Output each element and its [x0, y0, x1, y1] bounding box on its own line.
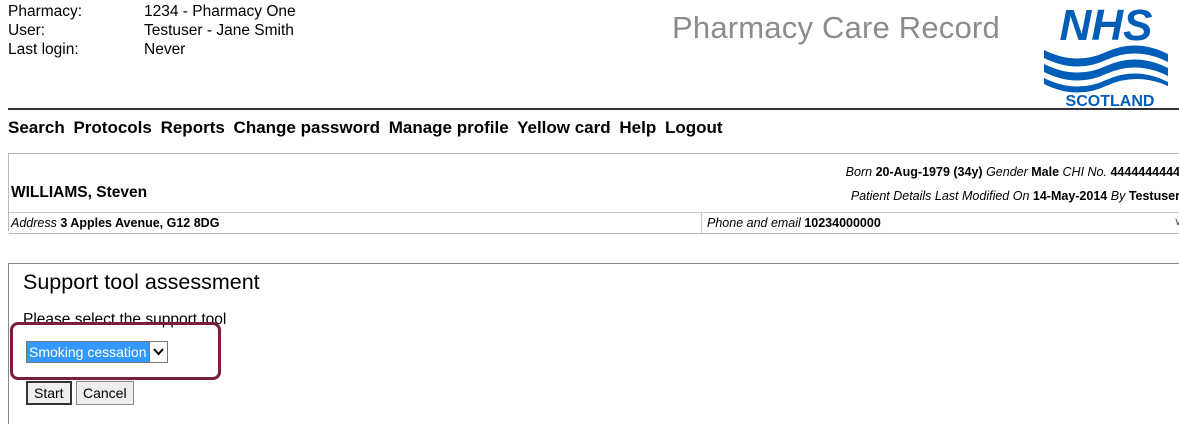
modified-label: Patient Details Last Modified On	[850, 189, 1030, 203]
menu-change-password[interactable]: Change password	[234, 118, 380, 137]
menu-protocols[interactable]: Protocols	[73, 118, 151, 137]
by-user: Testuser	[1128, 189, 1179, 203]
phone: Phone and email 10234000000	[707, 216, 881, 230]
pharmacy-label: Pharmacy:	[8, 3, 83, 20]
phone-label: Phone and email	[707, 216, 801, 230]
address-value: 3 Apples Avenue, G12 8DG	[60, 216, 220, 230]
pharmacy-value: 1234 - Pharmacy One	[144, 3, 296, 20]
user-value: Testuser - Jane Smith	[144, 22, 294, 39]
chevron-down-icon[interactable]: ∨	[1174, 215, 1179, 228]
patient-name: WILLIAMS, Steven	[11, 184, 148, 201]
age-value: (34y)	[953, 165, 983, 179]
highlight-box	[10, 322, 221, 380]
patient-details: Born 20-Aug-1979 (34y) Gender Male CHI N…	[846, 160, 1179, 208]
login-info: Pharmacy: 1234 - Pharmacy One User: Testus…	[8, 2, 296, 59]
phone-value: 10234000000	[804, 216, 881, 230]
last-login-value: Never	[144, 41, 186, 58]
gender-label: Gender	[986, 165, 1028, 179]
user-label: User:	[8, 22, 46, 39]
last-login-label: Last login:	[8, 41, 79, 58]
menu-yellow-card[interactable]: Yellow card	[517, 118, 611, 137]
start-button[interactable]: Start	[26, 381, 72, 405]
cancel-button[interactable]: Cancel	[76, 381, 134, 405]
address: Address 3 Apples Avenue, G12 8DG	[11, 216, 219, 230]
header-divider	[8, 108, 1179, 110]
modified-date: 14-May-2014	[1032, 189, 1108, 203]
menu-reports[interactable]: Reports	[161, 118, 225, 137]
gender-value: Male	[1031, 165, 1060, 179]
menu-manage-profile[interactable]: Manage profile	[389, 118, 509, 137]
born-label: Born	[845, 165, 873, 179]
by-label: By	[1110, 189, 1126, 203]
contact-divider	[701, 213, 702, 233]
menu-search[interactable]: Search	[8, 118, 65, 137]
patient-banner: WILLIAMS, Steven Born 20-Aug-1979 (34y) …	[8, 153, 1179, 234]
panel-title: Support tool assessment	[23, 270, 260, 294]
app-title: Pharmacy Care Record	[672, 10, 1000, 45]
contact-row: Address 3 Apples Avenue, G12 8DG Phone a…	[9, 212, 1179, 234]
address-label: Address	[11, 216, 57, 230]
main-menu: Search Protocols Reports Change password…	[8, 118, 727, 138]
nhs-scotland-logo: NHS SCOTLAND	[1044, 1, 1168, 110]
menu-logout[interactable]: Logout	[665, 118, 723, 137]
chi-label: CHI No.	[1062, 165, 1107, 179]
dob-value: 20-Aug-1979	[875, 165, 950, 179]
chi-value: 4444444444	[1110, 165, 1179, 179]
menu-help[interactable]: Help	[619, 118, 656, 137]
logo-nhs-text: NHS	[1060, 1, 1153, 50]
